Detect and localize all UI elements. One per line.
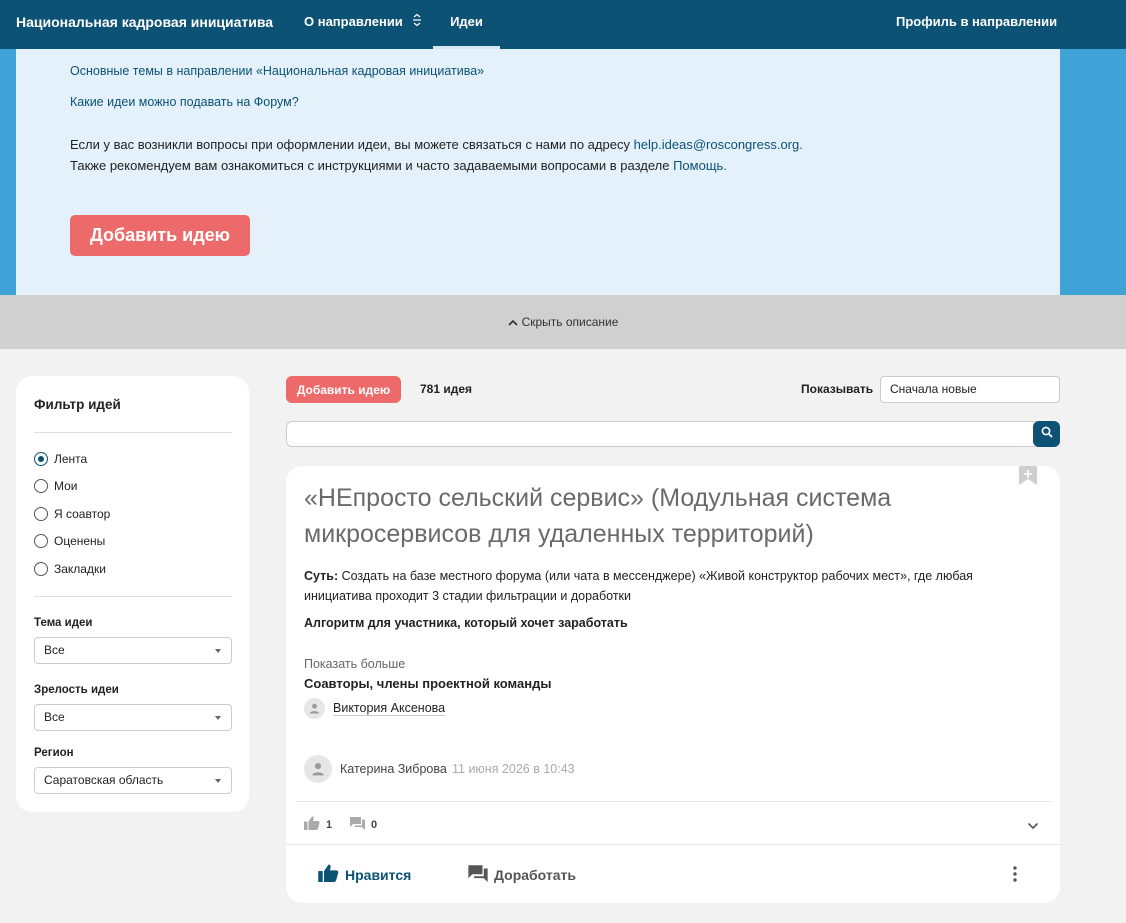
filter-option-mine[interactable]: Мои (34, 479, 78, 493)
radio-icon (34, 534, 48, 548)
filter-option-label: Мои (54, 479, 78, 493)
like-label: Нравится (345, 866, 412, 883)
filter-option-label: Оценены (54, 534, 106, 548)
help-link[interactable]: Помощь. (673, 158, 727, 173)
maturity-select[interactable]: Все (34, 704, 232, 731)
summary-text: Создать на базе местного форума (или чат… (304, 569, 973, 603)
hide-description-toggle[interactable]: Скрыть описание (0, 295, 1126, 349)
likes-count: 1 (326, 818, 333, 831)
thumbs-up-icon (304, 816, 326, 833)
filter-option-label: Лента (54, 452, 88, 466)
brand-title[interactable]: Национальная кадровая инициатива (16, 14, 273, 30)
idea-card: «НЕпросто сельский сервис» (Модульная си… (286, 466, 1060, 903)
add-idea-button-large[interactable]: Добавить идею (70, 215, 250, 256)
sort-select[interactable]: Сначала новые (880, 376, 1060, 403)
nav-profile[interactable]: Профиль в направлении (896, 14, 1057, 29)
topics-link[interactable]: Основные темы в направлении «Национальна… (70, 64, 484, 78)
radio-selected-icon (34, 452, 48, 466)
more-options-icon[interactable] (1013, 866, 1017, 887)
coauthor-name[interactable]: Виктория Аксенова (333, 701, 446, 716)
search-icon (1041, 425, 1053, 443)
comment-icon (468, 864, 494, 885)
nav-ideas[interactable]: Идеи (433, 14, 500, 49)
divider (34, 596, 232, 597)
divider (34, 432, 232, 433)
radio-icon (34, 479, 48, 493)
divider (296, 801, 1051, 802)
nav-about[interactable]: О направлении (304, 13, 422, 29)
contact-email-link[interactable]: help.ideas@roscongress.org. (634, 137, 803, 152)
show-more-link[interactable]: Показать больше (304, 657, 405, 671)
coauthors-heading: Соавторы, члены проектной команды (304, 676, 552, 691)
likes-stat: 1 (304, 816, 332, 833)
side-decoration-right (1060, 49, 1126, 295)
filter-option-bookmarks[interactable]: Закладки (34, 562, 106, 576)
dropdown-caret-icon (215, 779, 221, 783)
search-input[interactable] (286, 421, 1046, 447)
chevron-down-icon (1027, 817, 1039, 834)
comments-stat: 0 (350, 816, 377, 833)
sort-select-value: Сначала новые (890, 382, 977, 396)
direction-description: Основные темы в направлении «Национальна… (16, 49, 1060, 295)
improve-button[interactable]: Доработать (468, 864, 576, 885)
like-button[interactable]: Нравится (318, 864, 411, 885)
idea-algorithm-heading: Алгоритм для участника, который хочет за… (304, 616, 628, 630)
radio-icon (34, 507, 48, 521)
expand-comments-button[interactable] (1027, 817, 1039, 835)
sort-label: Показывать (801, 382, 874, 396)
help-prefix: Также рекомендуем вам ознакомиться с инс… (70, 158, 674, 173)
summary-label: Суть: (304, 569, 339, 583)
dropdown-caret-icon (215, 649, 221, 653)
contact-prefix: Если у вас возникли вопросы при оформлен… (70, 137, 634, 152)
expand-icon (412, 13, 422, 29)
maturity-select-value: Все (44, 710, 65, 724)
filter-option-label: Я соавтор (54, 507, 111, 521)
chevron-up-icon (507, 296, 518, 350)
add-idea-button[interactable]: Добавить идею (286, 376, 401, 403)
region-select-value: Саратовская область (44, 773, 164, 787)
top-navigation: Национальная кадровая инициатива О напра… (0, 0, 1126, 49)
nav-about-label: О направлении (304, 14, 403, 29)
thumbs-up-icon (318, 864, 345, 885)
topic-select[interactable]: Все (34, 637, 232, 664)
topic-label: Тема идеи (34, 617, 93, 629)
divider (286, 844, 1060, 845)
hide-description-label: Скрыть описание (521, 315, 619, 329)
region-label: Регион (34, 747, 74, 759)
filter-option-feed[interactable]: Лента (34, 452, 87, 466)
idea-filter-panel: Фильтр идей Лента Мои Я соавтор Оценены … (16, 376, 249, 812)
side-decoration-left (0, 49, 16, 295)
idea-title[interactable]: «НЕпросто сельский сервис» (Модульная си… (304, 480, 944, 552)
author-name[interactable]: Катерина Зиброва (340, 762, 447, 776)
idea-summary: Суть: Создать на базе местного форума (и… (304, 566, 1004, 606)
filter-title: Фильтр идей (34, 397, 121, 412)
filter-option-rated[interactable]: Оценены (34, 534, 105, 548)
avatar (304, 755, 332, 783)
post-date: 11 июня 2026 в 10:43 (452, 762, 575, 776)
improve-label: Доработать (494, 866, 576, 883)
topic-select-value: Все (44, 643, 65, 657)
dropdown-caret-icon (215, 716, 221, 720)
filter-option-coauthor[interactable]: Я соавтор (34, 507, 110, 521)
comments-count: 0 (371, 818, 378, 831)
radio-icon (34, 562, 48, 576)
filter-option-label: Закладки (54, 562, 106, 576)
search-button[interactable] (1033, 421, 1060, 447)
contact-text: Если у вас возникли вопросы при оформлен… (70, 134, 803, 176)
comment-icon (350, 816, 371, 833)
ideas-count: 781 идея (420, 382, 473, 396)
ideas-info-link[interactable]: Какие идеи можно подавать на Форум? (70, 95, 299, 109)
region-select[interactable]: Саратовская область (34, 767, 232, 794)
bookmark-add-icon[interactable] (1019, 466, 1037, 486)
avatar (304, 698, 325, 719)
maturity-label: Зрелость идеи (34, 684, 119, 696)
